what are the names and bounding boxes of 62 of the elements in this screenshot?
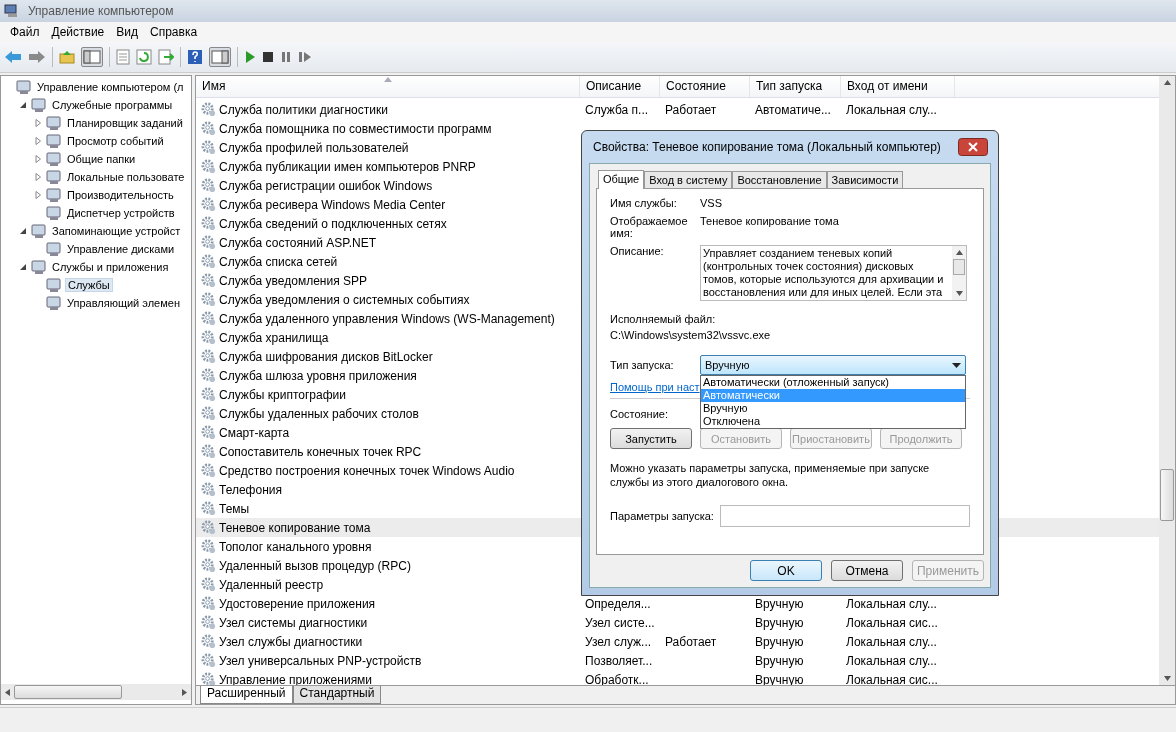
- table-cell: Узел систе...: [585, 615, 655, 630]
- table-cell: Службы криптографии: [219, 387, 346, 402]
- field-label: Параметры запуска:: [610, 510, 714, 522]
- table-cell: Служба шлюза уровня приложения: [219, 368, 417, 383]
- table-cell: Сопоставитель конечных точек RPC: [219, 444, 422, 459]
- hint-text: Можно указать параметры запуска, применяемые при запуске службы из этого диалогового окна.: [610, 461, 931, 489]
- window-title: Управление компьютером: [28, 4, 174, 18]
- table-cell: Телефония: [219, 482, 282, 497]
- table-cell: Служба состояний ASP.NET: [219, 235, 377, 250]
- table-cell: Удаленный вызов процедур (RPC): [219, 558, 411, 573]
- table-cell: Позволяет...: [585, 653, 653, 668]
- table-cell: Локальная слу...: [846, 653, 937, 668]
- table-cell: Служба публикации имен компьютеров PNRP: [219, 159, 476, 174]
- table-cell: Вручную: [755, 634, 804, 649]
- table-cell: Служба политики диагностики: [219, 102, 388, 117]
- field-label: Имя службы:: [610, 197, 678, 209]
- table-cell: Смарт-карта: [219, 425, 290, 440]
- file-path: C:\Windows\system32\vssvc.exe: [610, 329, 772, 341]
- table-cell: Теневое копирование тома: [219, 520, 371, 535]
- table-cell: Служба помощника по совместимости программ: [219, 121, 492, 136]
- table-cell: Служба ресивера Windows Media Center: [219, 197, 446, 212]
- table-cell: Средство построения конечных точек Windows Audio: [219, 463, 515, 478]
- table-cell: Служба п...: [585, 102, 649, 117]
- table-cell: Локальная слу...: [846, 634, 937, 649]
- table-cell: Удостоверение приложения: [219, 596, 376, 611]
- table-cell: Работает: [665, 102, 717, 117]
- table-cell: Тополог канального уровня: [219, 539, 372, 554]
- description-text: Управляет созданием теневых копий (контрольных точек состояния) дисковых томов, которые используются для архивации и восстановления или для иных целей. Если эта: [702, 246, 945, 300]
- table-cell: Автоматиче...: [755, 102, 831, 117]
- table-cell: Вручную: [755, 653, 804, 668]
- table-cell: Службы удаленных рабочих столов: [219, 406, 419, 421]
- table-cell: Локальная сис...: [846, 672, 938, 685]
- table-cell: Вручную: [755, 615, 804, 630]
- field-label: Тип запуска:: [610, 359, 675, 371]
- table-cell: Работает: [665, 634, 717, 649]
- table-cell: Служба сведений о подключенных сетях: [219, 216, 447, 231]
- table-cell: Узел универсальных PNP-устройств: [219, 653, 422, 668]
- table-cell: Служба хранилища: [219, 330, 329, 345]
- table-cell: Служба уведомления о системных событиях: [219, 292, 470, 307]
- table-cell: Локальная слу...: [846, 596, 937, 611]
- table-cell: Служба регистрации ошибок Windows: [219, 178, 433, 193]
- field-value: VSS: [700, 197, 723, 209]
- table-cell: Служба удаленного управления Windows (WS-Management): [219, 311, 555, 326]
- table-cell: Служба шифрования дисков BitLocker: [219, 349, 433, 364]
- field-label: Исполняемый файл:: [610, 313, 717, 325]
- dialog-title: Свойства: Теневое копирование тома (Локальный компьютер): [593, 140, 941, 154]
- table-cell: Служба списка сетей: [219, 254, 338, 269]
- table-cell: Служба уведомления SPP: [219, 273, 367, 288]
- field-label: Состояние:: [610, 408, 668, 420]
- table-cell: Локальная слу...: [846, 102, 937, 117]
- table-cell: Локальная сис...: [846, 615, 938, 630]
- field-value: Теневое копирование тома: [700, 215, 840, 227]
- table-cell: Вручную: [755, 596, 804, 611]
- table-cell: Узел системы диагностики: [219, 615, 368, 630]
- field-label: Описание:: [610, 245, 665, 257]
- field-label: Отображаемое имя:: [610, 215, 689, 239]
- table-cell: Узел службы диагностики: [219, 634, 363, 649]
- table-cell: Темы: [219, 501, 250, 516]
- table-cell: Узел служ...: [585, 634, 652, 649]
- table-cell: Удаленный реестр: [219, 577, 324, 592]
- table-cell: Служба профилей пользователей: [219, 140, 409, 155]
- table-cell: Определя...: [585, 596, 651, 611]
